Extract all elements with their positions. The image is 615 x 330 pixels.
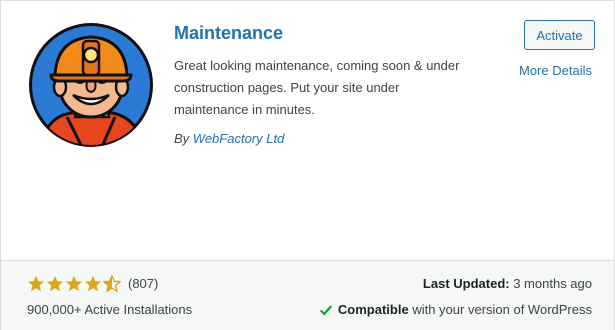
checkmark-icon <box>319 305 332 316</box>
plugin-author: By WebFactory Ltd <box>174 129 284 149</box>
compatibility-status: Compatible with your version of WordPres… <box>319 301 592 319</box>
star-full-icon <box>84 275 102 292</box>
author-link[interactable]: WebFactory Ltd <box>193 131 285 146</box>
more-details-link[interactable]: More Details <box>519 61 592 81</box>
compat-rest: with your version of WordPress <box>412 302 592 317</box>
star-rating: (807) <box>27 275 158 293</box>
activate-button[interactable]: Activate <box>524 20 595 50</box>
star-full-icon <box>27 275 45 292</box>
compat-strong: Compatible <box>337 302 409 317</box>
author-prefix: By <box>174 131 190 146</box>
rating-count: (807) <box>128 276 159 291</box>
plugin-card: Maintenance Great looking maintenance, c… <box>0 0 615 330</box>
plugin-description: Great looking maintenance, coming soon &… <box>174 58 460 117</box>
plugin-card-footer <box>1 260 614 330</box>
plugin-name-link[interactable]: Maintenance <box>174 21 283 45</box>
miner-mascot-icon[interactable] <box>27 21 155 149</box>
star-full-icon <box>65 275 83 292</box>
active-installations: 900,000+ Active Installations <box>27 302 193 317</box>
last-updated-value: 3 months ago <box>513 276 592 291</box>
last-updated: Last Updated: 3 months ago <box>423 275 592 293</box>
last-updated-label: Last Updated: <box>422 276 510 291</box>
star-half-icon <box>103 275 121 293</box>
star-full-icon <box>46 275 64 292</box>
plugin-card-top: Maintenance Great looking maintenance, c… <box>1 1 614 260</box>
